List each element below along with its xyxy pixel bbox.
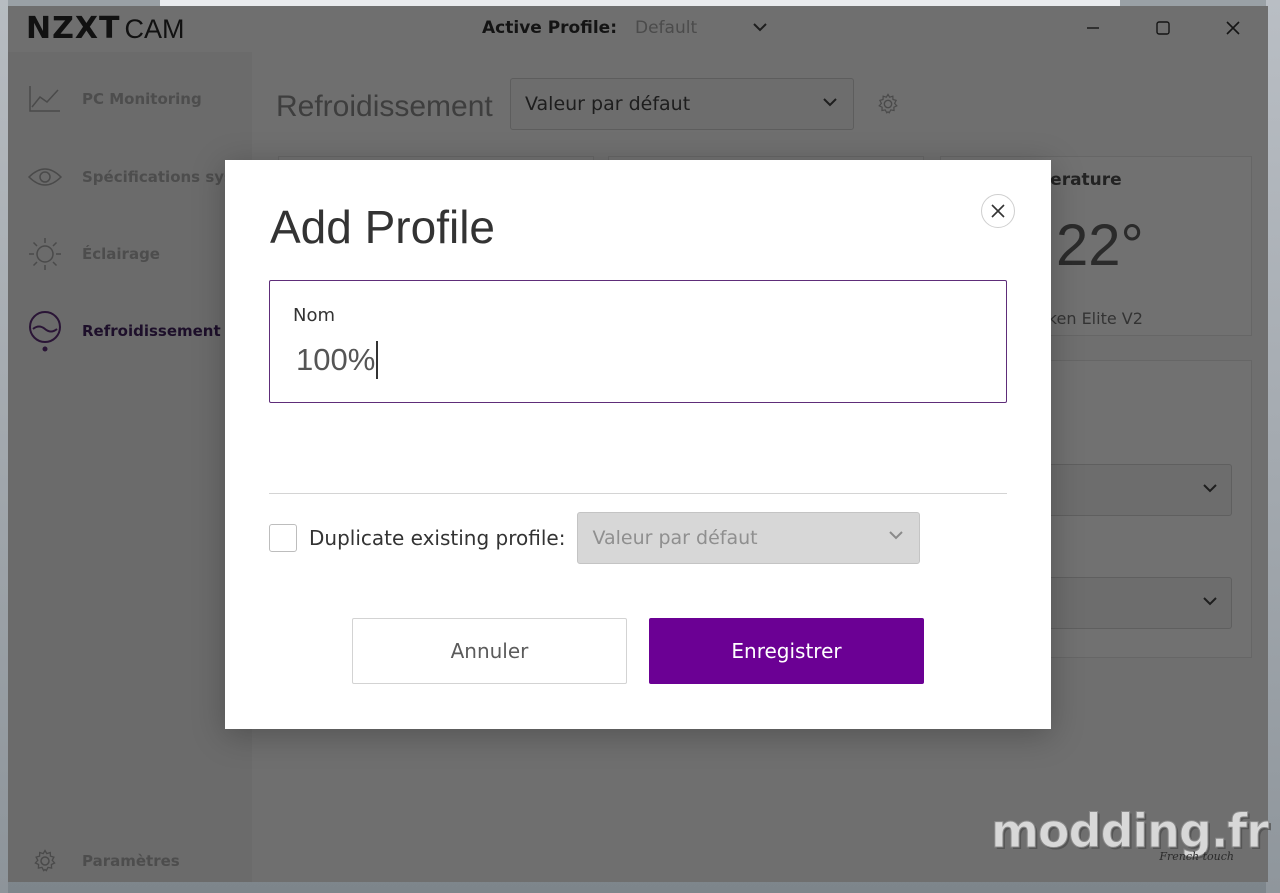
sidebar-item-system-specs[interactable]: Spécifications syste: [26, 158, 250, 196]
watermark-logo: modding.fr French touch: [990, 804, 1269, 864]
profile-name-label: Nom: [293, 305, 336, 326]
device-name: aken Elite V2: [1038, 309, 1143, 328]
duplicate-profile-row: Duplicate existing profile: Valeur par d…: [269, 512, 921, 564]
close-icon: [991, 204, 1005, 218]
cooling-profile-select[interactable]: Valeur par défaut: [510, 78, 854, 130]
close-icon: [1226, 21, 1240, 35]
divider: [269, 493, 1007, 494]
window-controls: [1058, 6, 1268, 50]
chevron-down-icon: [889, 528, 904, 544]
sidebar-item-label: PC Monitoring: [82, 90, 202, 108]
save-button[interactable]: Enregistrer: [649, 618, 924, 684]
sidebar-item-lighting[interactable]: Éclairage: [26, 235, 160, 273]
duplicate-profile-select[interactable]: Valeur par défaut: [577, 512, 921, 564]
chevron-down-icon: [1203, 481, 1217, 497]
dialog-title: Add Profile: [270, 201, 496, 253]
profile-name-value-wrap: 100%: [296, 341, 379, 379]
minimize-button[interactable]: [1058, 6, 1128, 50]
logo-product: CAM: [124, 14, 185, 44]
gear-icon: [26, 842, 64, 880]
maximize-icon: [1156, 21, 1170, 35]
cancel-button[interactable]: Annuler: [352, 618, 627, 684]
logo-brand: NZXT: [26, 11, 121, 46]
active-profile-selector[interactable]: Active Profile: Default: [482, 18, 767, 38]
active-profile-label: Active Profile:: [482, 18, 617, 38]
sun-icon: [26, 235, 64, 273]
duplicate-profile-label: Duplicate existing profile:: [309, 526, 566, 550]
chevron-down-icon: [823, 95, 837, 111]
chevron-down-icon: [753, 21, 767, 36]
close-dialog-button[interactable]: [981, 194, 1015, 228]
sidebar-item-label: Éclairage: [82, 245, 160, 263]
sidebar-item-label: Refroidissement: [82, 322, 221, 340]
add-profile-dialog: Add Profile Nom 100% Duplicate existing …: [225, 160, 1051, 729]
profile-name-field[interactable]: Nom 100%: [269, 280, 1007, 403]
profile-settings-button[interactable]: [876, 92, 900, 116]
text-caret: [376, 341, 379, 379]
close-window-button[interactable]: [1198, 6, 1268, 50]
pump-mode-select[interactable]: [1032, 577, 1232, 629]
sidebar-item-cooling[interactable]: Refroidissement: [26, 311, 221, 352]
desktop-background-left: [0, 0, 8, 893]
fan-mode-select[interactable]: [1032, 464, 1232, 516]
gear-icon: [878, 93, 898, 114]
nzxt-cam-logo: NZXT CAM: [26, 11, 185, 46]
sidebar-item-settings[interactable]: Paramètres: [26, 842, 180, 880]
sidebar-item-label: Paramètres: [82, 852, 180, 870]
profile-name-input[interactable]: 100%: [296, 342, 375, 378]
desktop-background-right: [1266, 0, 1280, 893]
sidebar-item-pc-monitoring[interactable]: PC Monitoring: [26, 80, 202, 118]
page-title: Refroidissement: [276, 90, 493, 123]
watermark-text: modding.fr: [990, 804, 1269, 858]
cooling-profile-value: Valeur par défaut: [525, 93, 691, 115]
sidebar: PC Monitoring Spécifications syste Éclai…: [8, 52, 252, 882]
temperature-value: 22°: [1056, 213, 1144, 278]
cooling-icon: [26, 311, 64, 352]
title-bar: NZXT CAM Active Profile: Default: [8, 6, 1268, 52]
chart-line-icon: [26, 80, 64, 118]
active-profile-value: Default: [635, 18, 698, 38]
chevron-down-icon: [1203, 594, 1217, 610]
duplicate-profile-checkbox[interactable]: [269, 524, 297, 552]
eye-icon: [26, 158, 64, 196]
duplicate-profile-value: Valeur par défaut: [592, 527, 758, 549]
minimize-icon: [1087, 27, 1099, 29]
maximize-button[interactable]: [1128, 6, 1198, 50]
